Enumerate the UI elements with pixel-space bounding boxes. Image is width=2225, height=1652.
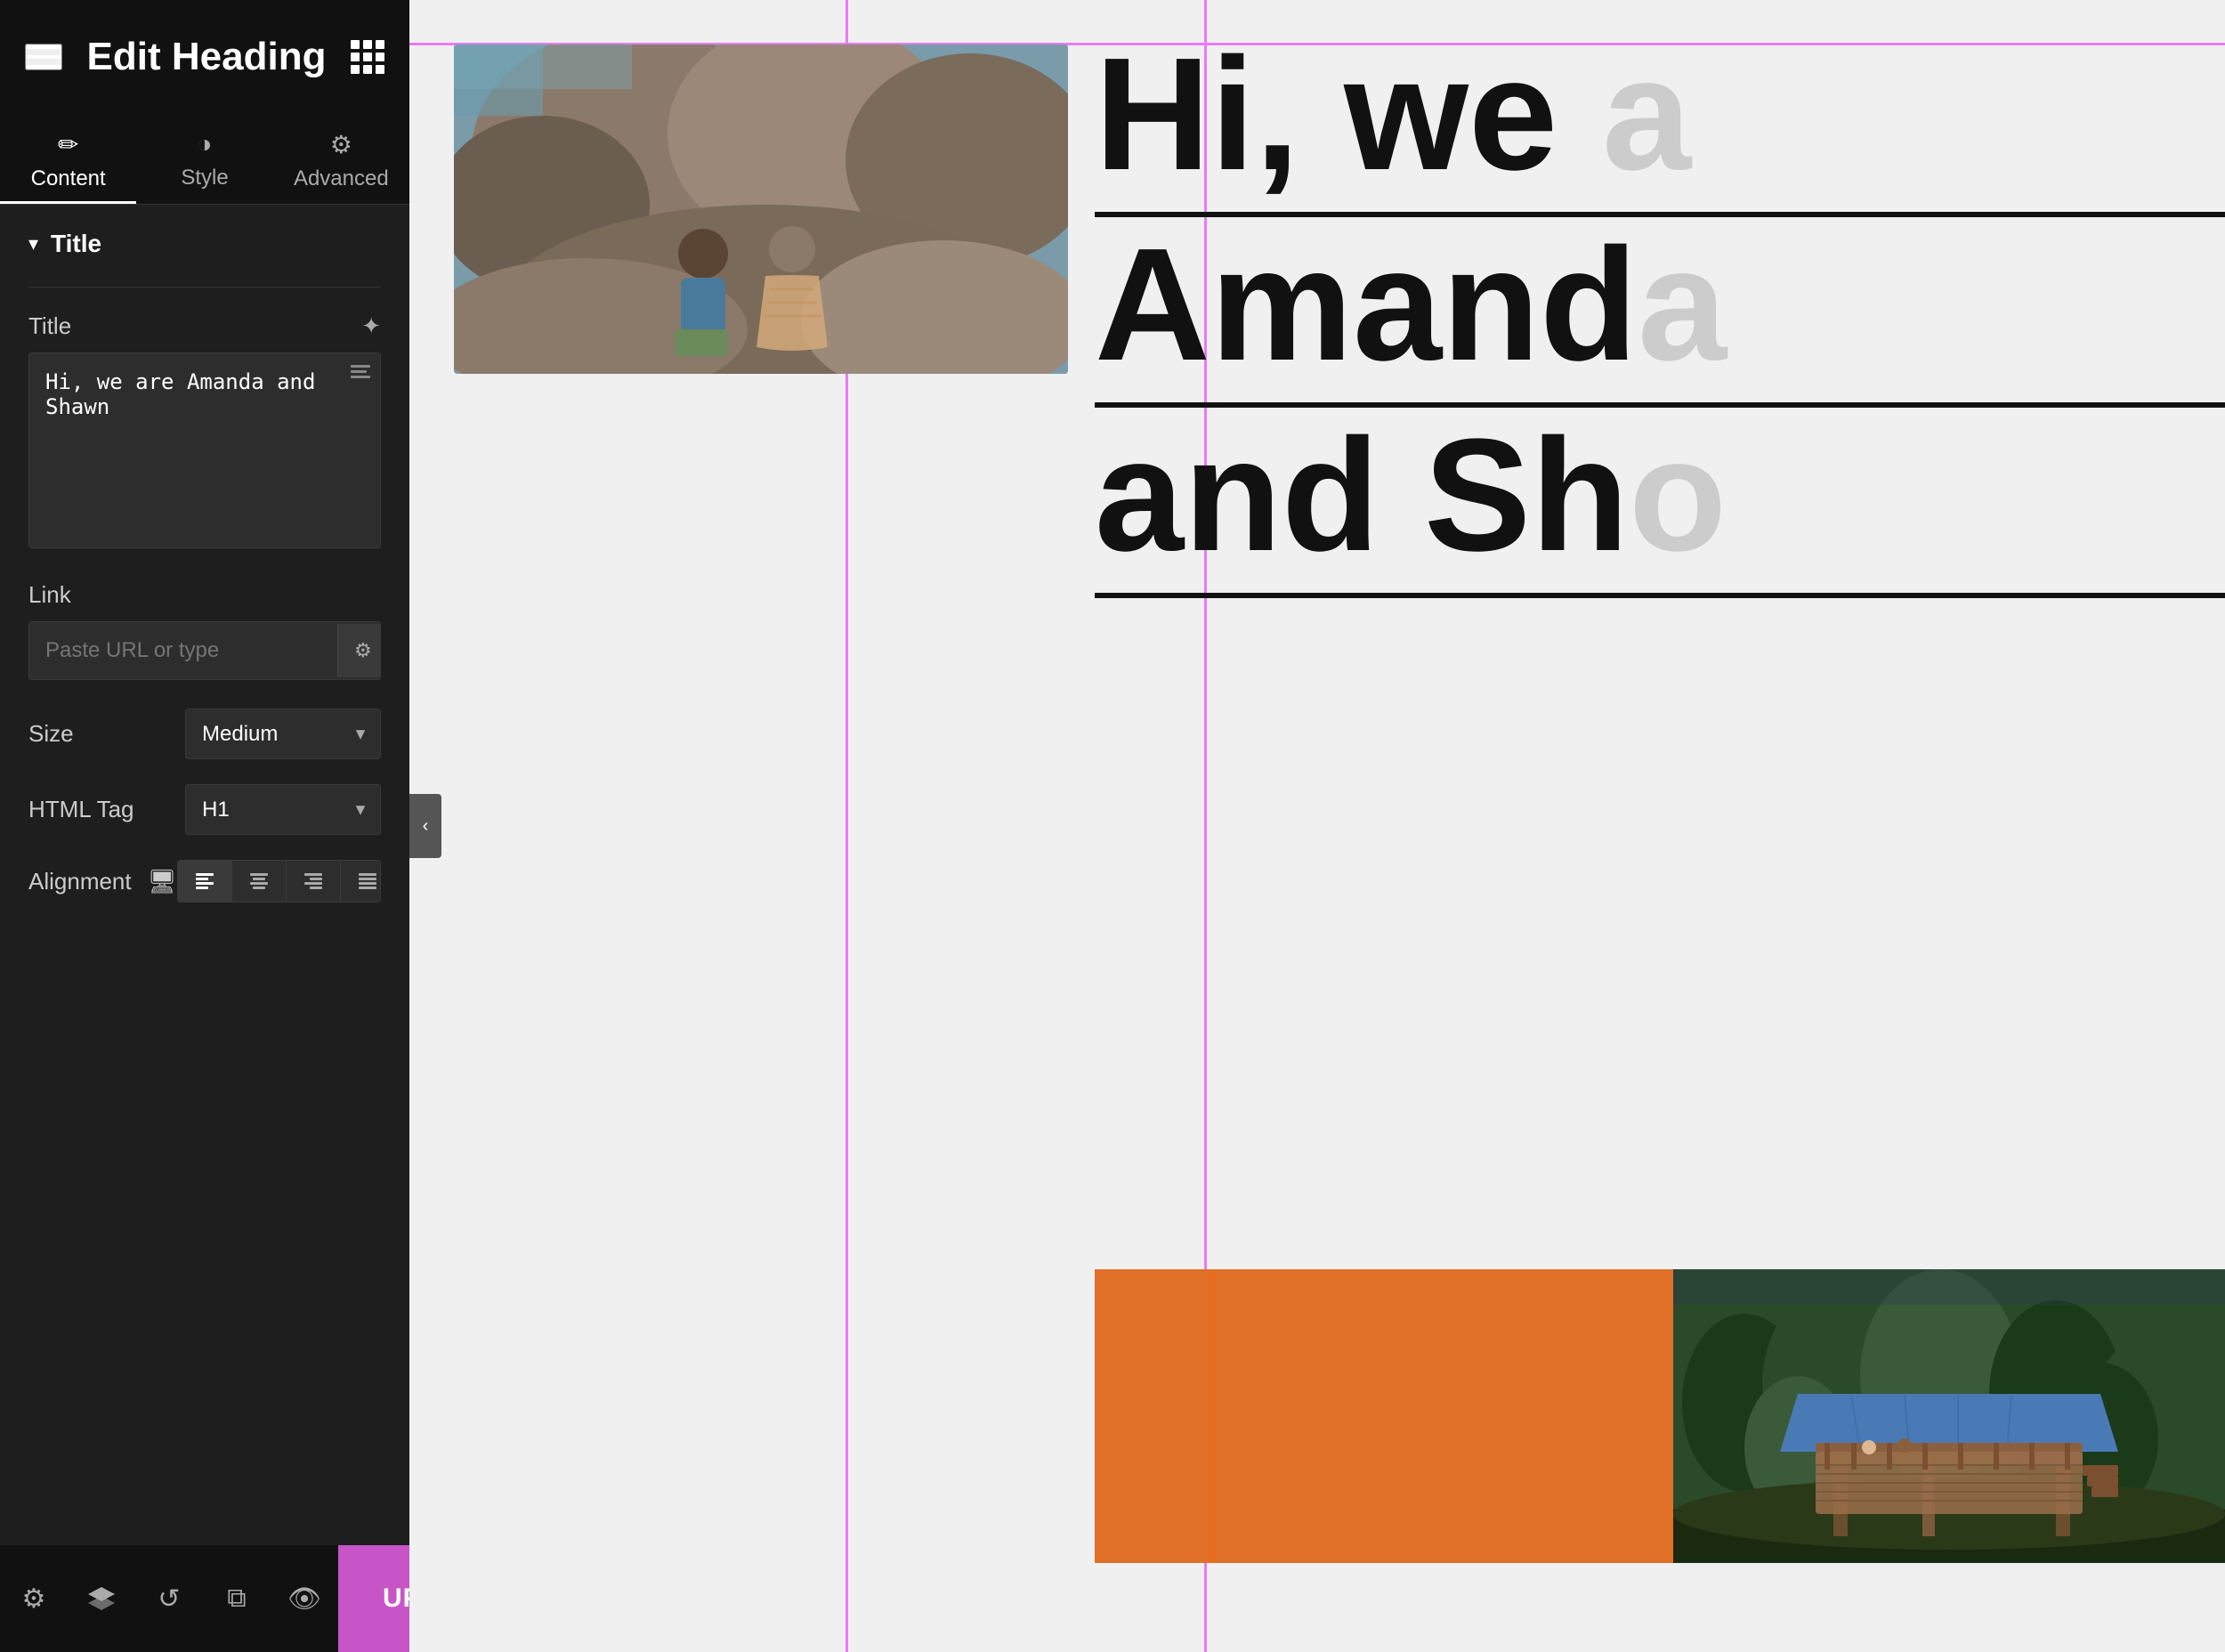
- section-collapse-arrow[interactable]: ▾: [28, 232, 38, 255]
- couple-photo: [454, 45, 1068, 374]
- tab-advanced[interactable]: ⚙ Advanced: [273, 114, 409, 204]
- alignment-field-row: Alignment 🖥: [28, 860, 381, 903]
- settings-bottom-button[interactable]: ⚙: [0, 1545, 68, 1652]
- heading-line-1-faded: a: [1602, 27, 1691, 204]
- contrast-icon: ◑: [198, 130, 213, 158]
- tab-content-label: Content: [31, 166, 106, 191]
- ai-sparkle-icon[interactable]: ✦: [361, 312, 381, 340]
- couple-photo-inner: [454, 45, 1068, 374]
- size-select[interactable]: Small Medium Large XL XXL: [185, 709, 381, 759]
- orange-section: [1095, 1269, 2225, 1563]
- tab-style[interactable]: ◑ Style: [136, 114, 272, 204]
- heading-line-2: Amanda: [1095, 217, 2225, 408]
- copy-layout-button[interactable]: ⧉: [203, 1545, 271, 1652]
- html-tag-select-wrapper: H1 H2 H3 H4 H5 H6 div span p: [185, 784, 381, 835]
- heading-line-2-faded: a: [1638, 215, 1727, 394]
- title-input-container: Hi, we are Amanda and Shawn: [28, 352, 381, 553]
- layers-bottom-button[interactable]: [68, 1545, 135, 1652]
- layers-icon: [351, 365, 370, 378]
- html-tag-label: HTML Tag: [28, 796, 134, 823]
- pencil-icon: ✏: [58, 130, 78, 159]
- link-field-label: Link: [28, 581, 71, 609]
- align-left-button[interactable]: [178, 861, 232, 902]
- title-section-header: ▾ Title: [28, 230, 381, 258]
- heading-line-3: and Sho: [1095, 408, 2225, 598]
- alignment-buttons: [177, 860, 381, 903]
- hamburger-button[interactable]: [25, 44, 62, 70]
- heading-line-3-text: Sh: [1424, 406, 1629, 585]
- link-field-row: Link ⚙: [28, 581, 381, 680]
- panel-tabs: ✏ Content ◑ Style ⚙ Advanced: [0, 114, 409, 205]
- tab-content[interactable]: ✏ Content: [0, 114, 136, 204]
- heading-text-area: Hi, we a Amanda and Sho: [1095, 27, 2225, 598]
- size-label: Size: [28, 720, 74, 748]
- align-justify-button[interactable]: [341, 861, 381, 902]
- title-textarea[interactable]: Hi, we are Amanda and Shawn: [28, 352, 381, 548]
- history-button[interactable]: ↺: [135, 1545, 203, 1652]
- dynamic-tags-button[interactable]: [351, 365, 370, 378]
- grid-apps-button[interactable]: [351, 40, 384, 74]
- bottom-bar: ⚙ ↺ ⧉ 👁 UPDATE ▲: [0, 1545, 409, 1652]
- html-tag-select[interactable]: H1 H2 H3 H4 H5 H6 div span p: [185, 784, 381, 835]
- gear-icon: ⚙: [330, 130, 352, 159]
- heading-line-2-text: Amand: [1095, 215, 1638, 394]
- align-center-button[interactable]: [232, 861, 287, 902]
- collapse-panel-button[interactable]: ‹: [409, 794, 441, 858]
- title-field-label-row: Title ✦: [28, 312, 381, 340]
- html-tag-field-row: HTML Tag H1 H2 H3 H4 H5 H6 div span p: [28, 784, 381, 835]
- heading-line-1: Hi, we a: [1095, 27, 2225, 217]
- size-select-wrapper: Small Medium Large XL XXL: [185, 709, 381, 759]
- alignment-label-group: Alignment 🖥: [28, 868, 177, 895]
- link-input-container: ⚙: [28, 621, 381, 680]
- alignment-label: Alignment: [28, 868, 132, 895]
- orange-divider-line: [1210, 1269, 1213, 1563]
- link-field-label-row: Link: [28, 581, 381, 609]
- preview-button[interactable]: 👁: [271, 1545, 338, 1652]
- canvas-area: Hi, we a Amanda and Sho: [409, 0, 2225, 1652]
- tab-advanced-label: Advanced: [294, 166, 389, 191]
- title-field-label: Title: [28, 312, 71, 340]
- link-settings-button[interactable]: ⚙: [337, 624, 381, 677]
- screen-responsive-icon: 🖥: [148, 868, 177, 895]
- treehouse-photo: [1673, 1269, 2225, 1563]
- panel-title: Edit Heading: [87, 35, 327, 79]
- title-field-row: Title ✦ Hi, we are Amanda and Shawn: [28, 312, 381, 553]
- couple-scene-svg: [454, 45, 1068, 374]
- size-field-row: Size Small Medium Large XL XXL: [28, 709, 381, 759]
- tab-style-label: Style: [181, 166, 228, 190]
- panel-content-area: ▾ Title Title ✦ Hi, we are Amanda and Sh…: [0, 205, 409, 1545]
- section-label: Title: [51, 230, 101, 258]
- left-panel: Edit Heading ✏ Content ◑ Style ⚙ Advance…: [0, 0, 409, 1652]
- panel-header: Edit Heading: [0, 0, 409, 114]
- link-input[interactable]: [29, 622, 337, 679]
- heading-line-3-faded: o: [1629, 406, 1727, 585]
- treehouse-svg: [1673, 1269, 2225, 1563]
- bottom-icon-group: ⚙ ↺ ⧉ 👁: [0, 1545, 338, 1652]
- align-right-button[interactable]: [287, 861, 341, 902]
